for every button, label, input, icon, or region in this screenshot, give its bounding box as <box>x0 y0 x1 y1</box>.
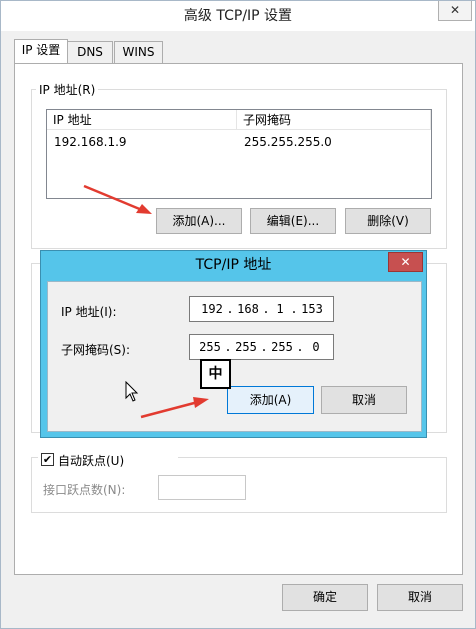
annotation-arrow-icon <box>83 184 152 214</box>
annotation-arrow-icon <box>140 397 209 419</box>
annotation-arrows <box>83 184 209 419</box>
